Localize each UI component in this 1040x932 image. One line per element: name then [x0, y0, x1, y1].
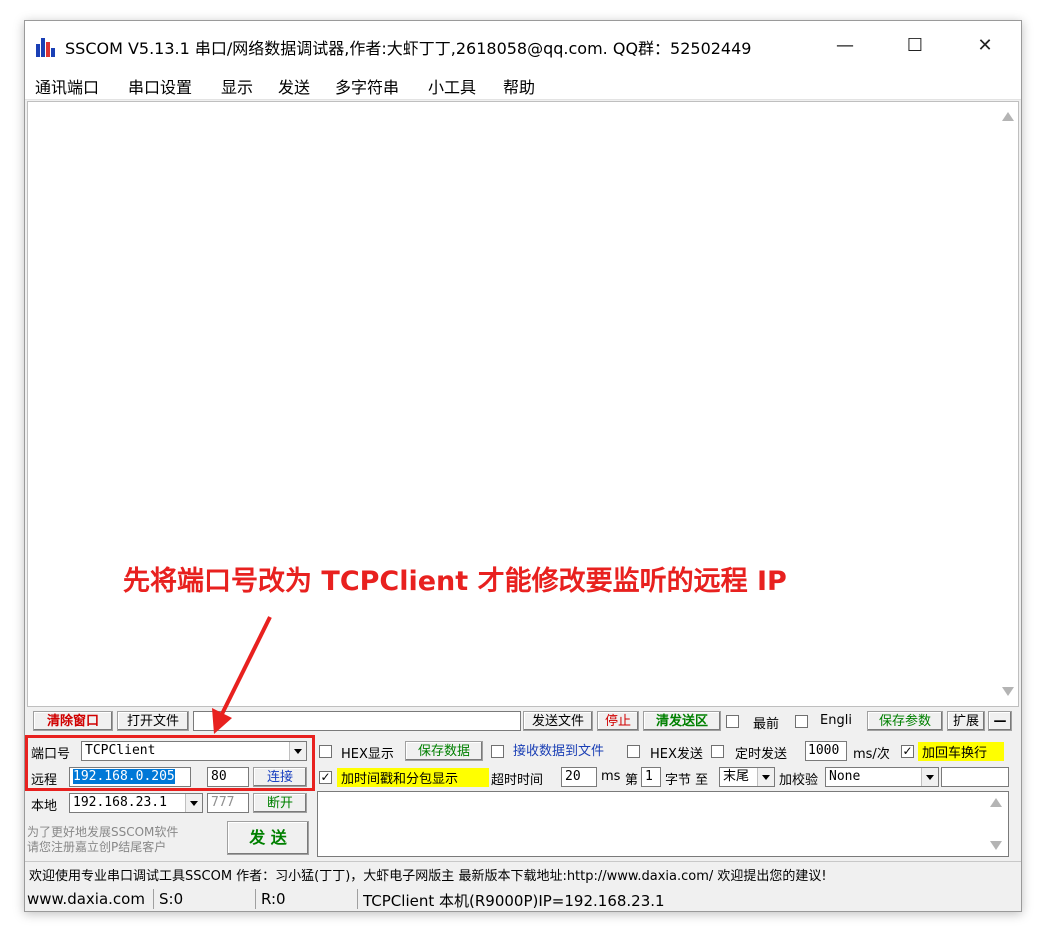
annotation-arrow-icon [212, 616, 272, 734]
